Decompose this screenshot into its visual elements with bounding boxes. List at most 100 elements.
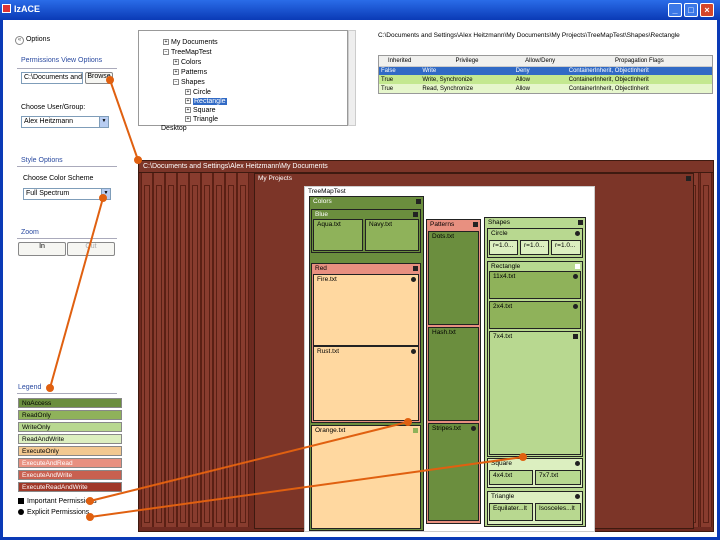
table-cell: ContainerInherit, ObjectInherit <box>568 76 649 83</box>
file-item[interactable]: 4x4.txt <box>489 470 533 485</box>
file-item[interactable]: Fire.txt <box>313 274 419 346</box>
folder-column-inner <box>204 185 210 523</box>
file-item[interactable]: Hash.txt <box>428 327 479 421</box>
explicit-marker <box>575 231 580 236</box>
main-window: « Options Permissions View Options C:\Do… <box>0 20 720 540</box>
file-item[interactable]: r=1.0... <box>551 240 581 255</box>
file-item[interactable]: Equilater...lt <box>489 503 533 521</box>
table-cell: True <box>381 85 394 92</box>
browse-button[interactable]: Browse <box>85 72 113 84</box>
folder-column[interactable] <box>201 173 213 527</box>
tree-item-label: Triangle <box>193 116 219 123</box>
divider <box>17 68 117 69</box>
folder-column[interactable] <box>165 173 177 527</box>
file-item[interactable]: 2x4.txt <box>489 301 581 329</box>
tree-item[interactable]: + My Documents <box>163 39 218 46</box>
folder-column-inner <box>144 185 150 523</box>
file-label: 7x4.txt <box>493 333 513 340</box>
legend-item: ExecuteAndRead <box>18 458 122 468</box>
table-cell: False <box>381 67 396 74</box>
style-group-label: Style Options <box>21 157 63 164</box>
tree-item[interactable]: + Patterns <box>173 69 207 76</box>
table-row[interactable]: True Read, Synchronize Allow ContainerInher… <box>379 84 712 93</box>
file-label: Orange.txt <box>315 427 346 434</box>
file-item[interactable]: r=1.0... <box>520 240 549 255</box>
file-item[interactable]: 7x4.txt <box>489 331 581 455</box>
explicit-marker <box>573 274 578 279</box>
file-label: r=1.0... <box>493 242 514 249</box>
options-header[interactable]: « Options <box>15 36 50 45</box>
file-item[interactable]: Isosceles...lt <box>535 503 581 521</box>
explicit-marker <box>411 277 416 282</box>
color-scheme-select[interactable]: Full Spectrum ▼ <box>23 188 111 200</box>
file-item[interactable]: r=1.0... <box>489 240 518 255</box>
tree-item[interactable]: + Colors <box>173 59 201 66</box>
minimize-button[interactable]: _ <box>668 3 682 17</box>
folder-column[interactable] <box>700 173 712 527</box>
expand-icon: + <box>185 98 191 105</box>
file-label: Equilater...lt <box>493 505 527 512</box>
folder-column[interactable] <box>237 173 249 527</box>
tree-item[interactable]: + Triangle <box>185 116 218 123</box>
tree-item[interactable]: + Square <box>185 107 216 114</box>
tree-item-selected[interactable]: + Rectangle <box>185 98 227 105</box>
folder-column-inner <box>180 185 186 523</box>
column-header[interactable]: Inherited <box>379 56 421 67</box>
folder-column[interactable] <box>189 173 201 527</box>
divider <box>17 238 117 239</box>
close-button[interactable]: × <box>700 3 714 17</box>
circle-label: Circle <box>491 230 508 237</box>
file-item[interactable]: Stripes.txt <box>428 423 479 521</box>
tree-item[interactable]: Desktop <box>161 125 187 132</box>
file-item[interactable]: 7x7.txt <box>535 470 581 485</box>
path-input[interactable]: C:\Documents and S <box>21 72 83 84</box>
legend-item: ReadOnly <box>18 410 122 420</box>
user-group-select[interactable]: Alex Heitzmann ▼ <box>21 116 109 128</box>
color-scheme-label: Choose Color Scheme <box>23 175 94 182</box>
expand-icon: + <box>185 89 191 96</box>
rectangle-label: Rectangle <box>491 263 521 270</box>
important-marker <box>413 212 418 217</box>
collapse-icon: − <box>163 49 169 56</box>
tree-item[interactable]: − Shapes <box>173 79 205 86</box>
file-item[interactable]: 11x4.txt <box>489 271 581 299</box>
file-item[interactable]: Navy.txt <box>365 219 419 251</box>
zoom-out-button[interactable]: Out <box>67 242 115 256</box>
folder-column[interactable] <box>141 173 153 527</box>
title-bar: IzACE _ □ × <box>0 0 720 20</box>
legend-important: Important Permissions <box>18 498 97 505</box>
folder-column[interactable] <box>177 173 189 527</box>
folder-column[interactable] <box>153 173 165 527</box>
file-item[interactable]: Aqua.txt <box>313 219 363 251</box>
table-row[interactable]: True Write, Synchronize Allow ContainerInhe… <box>379 75 712 84</box>
table-row[interactable]: False Write Deny ContainerInherit, ObjectIn… <box>379 66 712 75</box>
treemaptest-label: TreeMapTest <box>308 188 346 195</box>
legend-item: ReadAndWrite <box>18 434 122 444</box>
tree-item-label: TreeMapTest <box>171 49 212 56</box>
column-header[interactable]: Allow/Deny <box>513 56 567 67</box>
file-label: r=1.0... <box>555 242 576 249</box>
folder-tree[interactable]: + My Documents − TreeMapTest + Colors + Patt… <box>138 30 348 126</box>
file-item[interactable]: Dots.txt <box>428 231 479 325</box>
folder-column[interactable] <box>213 173 225 527</box>
column-header[interactable]: Propagation Flags <box>566 56 712 67</box>
tree-item-label: Desktop <box>161 125 187 132</box>
folder-column-inner <box>228 185 234 523</box>
file-item[interactable]: Orange.txt <box>311 425 421 529</box>
folder-column[interactable] <box>225 173 237 527</box>
tree-item[interactable]: − TreeMapTest <box>163 49 212 56</box>
zoom-in-button[interactable]: In <box>18 242 66 256</box>
maximize-button[interactable]: □ <box>684 3 698 17</box>
treemap[interactable]: C:\Documents and Settings\Alex Heitzmann… <box>138 160 714 532</box>
acl-table: Inherited Privilege Allow/Deny Propagation … <box>378 55 713 94</box>
explicit-marker <box>575 461 580 466</box>
my-projects-label: My Projects <box>258 175 292 182</box>
tree-item[interactable]: + Circle <box>185 89 211 96</box>
important-marker <box>473 222 478 227</box>
file-label: 4x4.txt <box>493 472 513 479</box>
file-item[interactable]: Rust.txt <box>313 346 419 421</box>
file-label: Navy.txt <box>369 221 392 228</box>
tree-scrollbar[interactable] <box>348 30 356 126</box>
table-cell: True <box>381 76 394 83</box>
column-header[interactable]: Privilege <box>420 56 514 67</box>
